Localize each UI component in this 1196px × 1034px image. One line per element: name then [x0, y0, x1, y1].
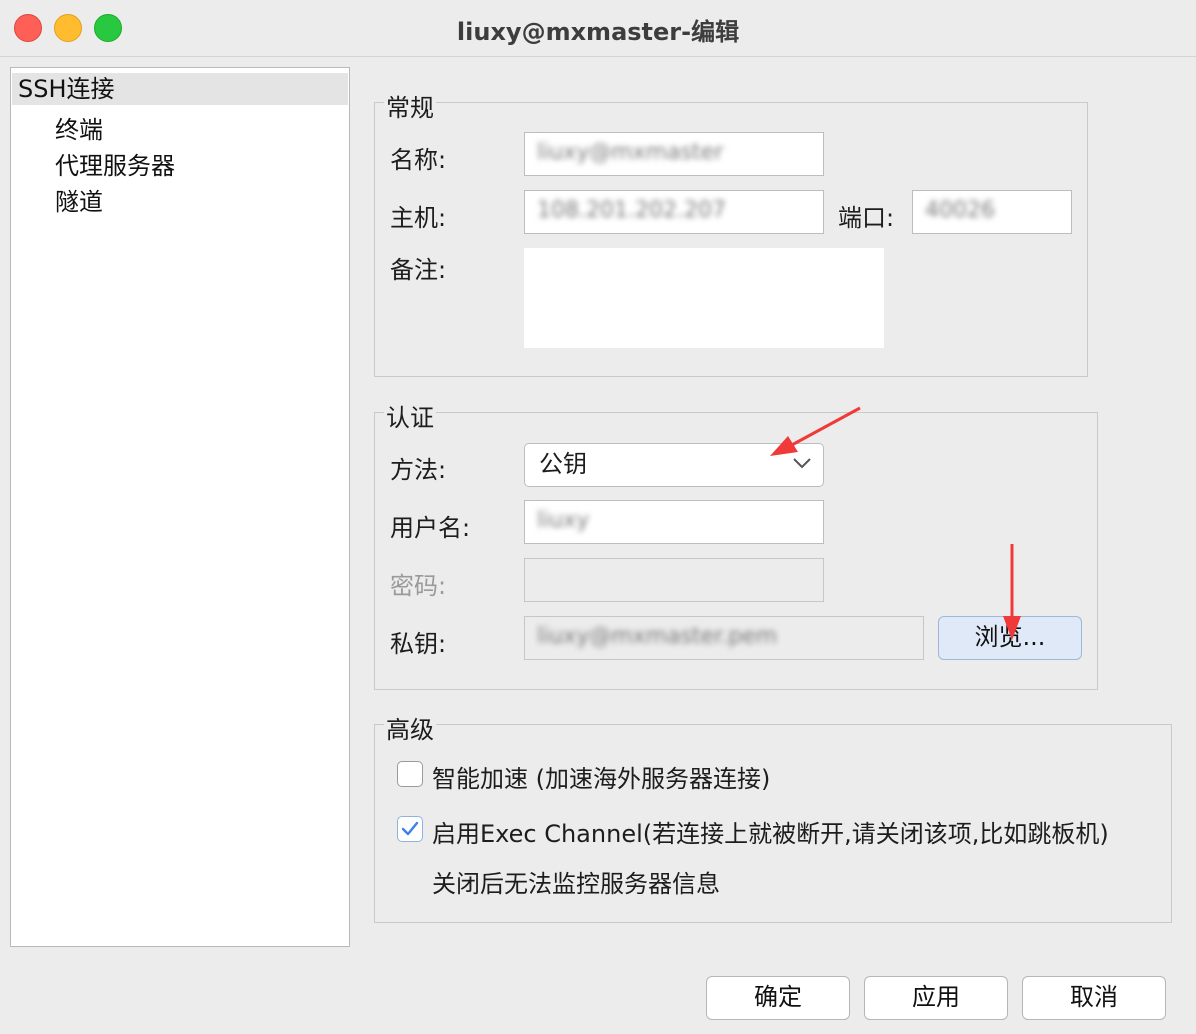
general-group-title: 常规	[384, 88, 436, 123]
title-bar: liuxy@mxmaster-编辑	[0, 0, 1196, 57]
checkmark-icon	[401, 821, 419, 836]
advanced-group-title: 高级	[384, 710, 436, 745]
sidebar-item-tunnel[interactable]: 隧道	[55, 182, 103, 217]
name-value: liuxy@mxmaster	[537, 140, 724, 165]
host-value: 108.201.202.207	[537, 198, 726, 223]
host-field[interactable]: 108.201.202.207	[524, 190, 824, 234]
note-label: 备注:	[390, 256, 447, 284]
username-label: 用户名:	[390, 514, 471, 542]
auth-group-title: 认证	[384, 398, 436, 433]
note-textarea[interactable]	[524, 248, 884, 348]
window-title: liuxy@mxmaster-编辑	[456, 18, 740, 46]
private-key-label: 私钥:	[390, 630, 447, 658]
sidebar-item-proxy[interactable]: 代理服务器	[55, 146, 175, 181]
sidebar-item-terminal[interactable]: 终端	[55, 110, 103, 145]
username-field[interactable]: liuxy	[524, 500, 824, 544]
method-select[interactable]: 公钥	[524, 443, 824, 487]
exec-channel-label: 启用Exec Channel(若连接上就被断开,请关闭该项,比如跳板机)	[432, 820, 1109, 848]
sidebar-item-ssh[interactable]: SSH连接	[12, 73, 348, 105]
chevron-down-icon	[791, 448, 813, 478]
cancel-button[interactable]: 取消	[1022, 976, 1166, 1020]
ok-button[interactable]: 确定	[706, 976, 850, 1020]
username-value: liuxy	[537, 508, 590, 533]
accel-checkbox[interactable]	[397, 761, 423, 787]
exec-channel-checkbox[interactable]	[397, 816, 423, 842]
accel-label: 智能加速 (加速海外服务器连接)	[432, 765, 771, 793]
password-label: 密码:	[390, 572, 447, 600]
apply-button[interactable]: 应用	[864, 976, 1008, 1020]
browse-button[interactable]: 浏览...	[938, 616, 1082, 660]
host-label: 主机:	[390, 204, 447, 232]
name-field[interactable]: liuxy@mxmaster	[524, 132, 824, 176]
exec-channel-note: 关闭后无法监控服务器信息	[432, 870, 720, 898]
port-field[interactable]: 40026	[912, 190, 1072, 234]
private-key-value: liuxy@mxmaster.pem	[537, 624, 778, 649]
password-field[interactable]	[524, 558, 824, 602]
settings-sidebar: SSH连接 终端 代理服务器 隧道	[10, 67, 350, 947]
method-value: 公钥	[539, 450, 587, 478]
method-label: 方法:	[390, 456, 447, 484]
port-value: 40026	[925, 198, 995, 223]
private-key-field[interactable]: liuxy@mxmaster.pem	[524, 616, 924, 660]
port-label: 端口:	[838, 204, 895, 232]
name-label: 名称:	[390, 146, 447, 174]
